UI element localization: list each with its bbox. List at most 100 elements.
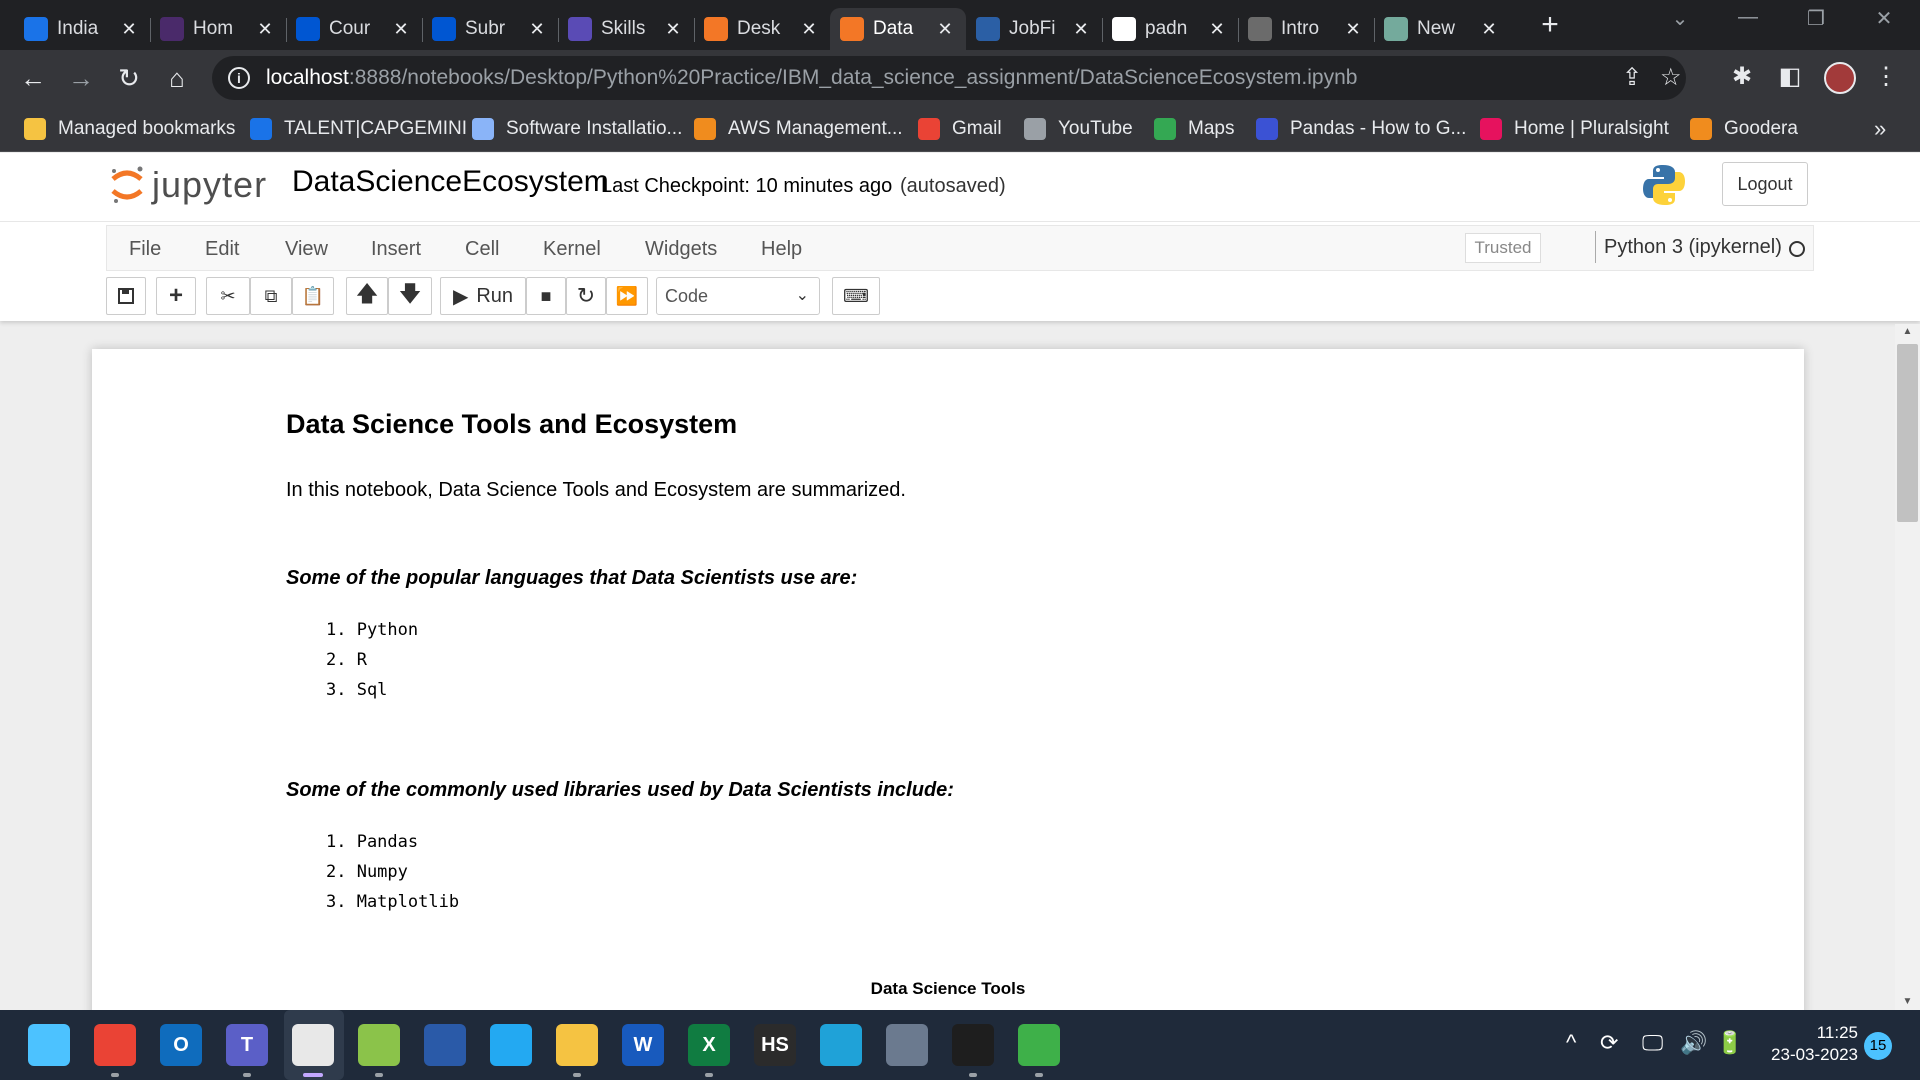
jupyter-logo[interactable]: jupyter — [110, 161, 270, 209]
browser-tab[interactable]: Cour ✕ — [286, 8, 422, 50]
scrollbar-thumb[interactable] — [1897, 344, 1918, 522]
tab-close-icon[interactable]: ✕ — [524, 19, 550, 40]
site-info-icon[interactable]: i — [228, 67, 250, 89]
menu-file[interactable]: File — [129, 238, 161, 261]
edge-icon[interactable] — [820, 1024, 862, 1066]
scroll-up-icon[interactable]: ▲ — [1895, 326, 1920, 337]
volume-icon[interactable]: 🔊 — [1680, 1030, 1707, 1056]
browser-tab[interactable]: Intro ✕ — [1238, 8, 1374, 50]
tab-close-icon[interactable]: ✕ — [388, 19, 414, 40]
battery-icon[interactable]: 🔋 — [1716, 1030, 1743, 1056]
menu-cell[interactable]: Cell — [465, 238, 499, 261]
libraries-heading[interactable]: Some of the commonly used libraries used… — [286, 779, 954, 802]
bookmark-item[interactable]: AWS Management... — [694, 114, 903, 144]
markdown-intro[interactable]: In this notebook, Data Science Tools and… — [286, 479, 906, 502]
move-up-button[interactable]: 🡅 — [346, 277, 388, 315]
menu-kebab-icon[interactable]: ⋮ — [1870, 62, 1902, 91]
close-window-button[interactable]: ✕ — [1864, 6, 1904, 31]
notepad-plus-icon[interactable] — [358, 1024, 400, 1066]
menu-help[interactable]: Help — [761, 238, 802, 261]
powershell-icon[interactable] — [424, 1024, 466, 1066]
menu-widgets[interactable]: Widgets — [645, 238, 717, 261]
move-down-button[interactable]: 🡇 — [388, 277, 432, 315]
page-scrollbar[interactable]: ▲ ▼ — [1895, 324, 1920, 1010]
tab-close-icon[interactable]: ✕ — [1340, 19, 1366, 40]
browser-tab[interactable]: India ✕ — [14, 8, 150, 50]
tab-close-icon[interactable]: ✕ — [796, 19, 822, 40]
bookmark-item[interactable]: TALENT|CAPGEMINI — [250, 114, 467, 144]
tab-close-icon[interactable]: ✕ — [252, 19, 278, 40]
network-icon[interactable]: 🖵 — [1642, 1030, 1663, 1056]
restart-run-all-button[interactable]: ⏩ — [606, 277, 648, 315]
browser-tab[interactable]: New ✕ — [1374, 8, 1510, 50]
bookmark-item[interactable]: Gmail — [918, 114, 1002, 144]
file-explorer-icon[interactable] — [556, 1024, 598, 1066]
browser-tab[interactable]: Subr ✕ — [422, 8, 558, 50]
markdown-heading[interactable]: Data Science Tools and Ecosystem — [286, 409, 737, 440]
vscode-icon[interactable] — [490, 1024, 532, 1066]
interrupt-button[interactable]: ■ — [526, 277, 566, 315]
insert-cell-button[interactable]: + — [156, 277, 196, 315]
bookmark-item[interactable]: YouTube — [1024, 114, 1133, 144]
kernel-name[interactable]: Python 3 (ipykernel) — [1595, 231, 1782, 263]
logout-button[interactable]: Logout — [1722, 162, 1808, 206]
tab-close-icon[interactable]: ✕ — [932, 19, 958, 40]
browser-tab[interactable]: Desk ✕ — [694, 8, 830, 50]
bookmark-item[interactable]: Home | Pluralsight — [1480, 114, 1669, 144]
tab-close-icon[interactable]: ✕ — [1068, 19, 1094, 40]
new-tab-button[interactable]: + — [1534, 10, 1566, 42]
browser-tab[interactable]: padn ✕ — [1102, 8, 1238, 50]
outlook-icon[interactable]: O — [160, 1024, 202, 1066]
side-panel-icon[interactable]: ◧ — [1774, 62, 1806, 91]
browser-tab[interactable]: Skills ✕ — [558, 8, 694, 50]
browser-tab[interactable]: Hom ✕ — [150, 8, 286, 50]
home-button[interactable]: ⌂ — [160, 61, 194, 95]
trusted-badge[interactable]: Trusted — [1465, 233, 1541, 263]
excel-icon[interactable]: X — [688, 1024, 730, 1066]
tray-overflow-icon[interactable]: ^ — [1566, 1030, 1576, 1056]
reload-button[interactable]: ↻ — [112, 61, 146, 95]
scroll-down-icon[interactable]: ▼ — [1895, 996, 1920, 1007]
profile-avatar[interactable] — [1824, 62, 1856, 94]
system-clock[interactable]: 11:25 23-03-2023 — [1762, 1022, 1858, 1066]
hs-icon[interactable]: HS — [754, 1024, 796, 1066]
chrome-icon[interactable] — [94, 1024, 136, 1066]
address-bar[interactable]: i localhost:8888/notebooks/Desktop/Pytho… — [212, 56, 1686, 100]
tab-search-icon[interactable]: ⌄ — [1660, 6, 1700, 31]
tab-close-icon[interactable]: ✕ — [1204, 19, 1230, 40]
bookmark-item[interactable]: Pandas - How to G... — [1256, 114, 1466, 144]
browser-tab[interactable]: Data ✕ — [830, 8, 966, 50]
bookmark-item[interactable]: Managed bookmarks — [24, 114, 235, 144]
bookmark-item[interactable]: Software Installatio... — [472, 114, 682, 144]
teams-icon[interactable]: T — [226, 1024, 268, 1066]
word-icon[interactable]: W — [622, 1024, 664, 1066]
restore-button[interactable]: ❐ — [1796, 6, 1836, 31]
save-button[interactable] — [106, 277, 146, 315]
calculator-icon[interactable] — [886, 1024, 928, 1066]
browser-tab[interactable]: JobFi ✕ — [966, 8, 1102, 50]
copy-button[interactable]: ⧉ — [250, 277, 292, 315]
start-icon[interactable] — [28, 1024, 70, 1066]
notebook-title[interactable]: DataScienceEcosystem — [292, 165, 609, 199]
tab-close-icon[interactable]: ✕ — [116, 19, 142, 40]
menu-view[interactable]: View — [285, 238, 328, 261]
menu-insert[interactable]: Insert — [371, 238, 421, 261]
notification-badge[interactable]: 15 — [1864, 1032, 1892, 1060]
restart-button[interactable]: ↻ — [566, 277, 606, 315]
extensions-icon[interactable]: ✱ — [1726, 62, 1758, 91]
cell-type-select[interactable]: Code ⌄ — [656, 277, 820, 315]
sync-icon[interactable]: ⟳ — [1600, 1030, 1618, 1056]
run-button[interactable]: ▶ Run — [440, 277, 526, 315]
tab-close-icon[interactable]: ✕ — [660, 19, 686, 40]
menu-edit[interactable]: Edit — [205, 238, 239, 261]
minimize-button[interactable]: — — [1728, 6, 1768, 29]
anaconda-icon[interactable] — [1018, 1024, 1060, 1066]
bookmark-item[interactable]: Goodera — [1690, 114, 1798, 144]
command-palette-button[interactable]: ⌨ — [832, 277, 880, 315]
paste-button[interactable]: 📋 — [292, 277, 334, 315]
forward-button[interactable]: → — [64, 61, 98, 95]
tab-close-icon[interactable]: ✕ — [1476, 19, 1502, 40]
cut-button[interactable]: ✂ — [206, 277, 250, 315]
more-bookmarks-icon[interactable]: » — [1874, 116, 1886, 142]
back-button[interactable]: ← — [16, 61, 50, 95]
